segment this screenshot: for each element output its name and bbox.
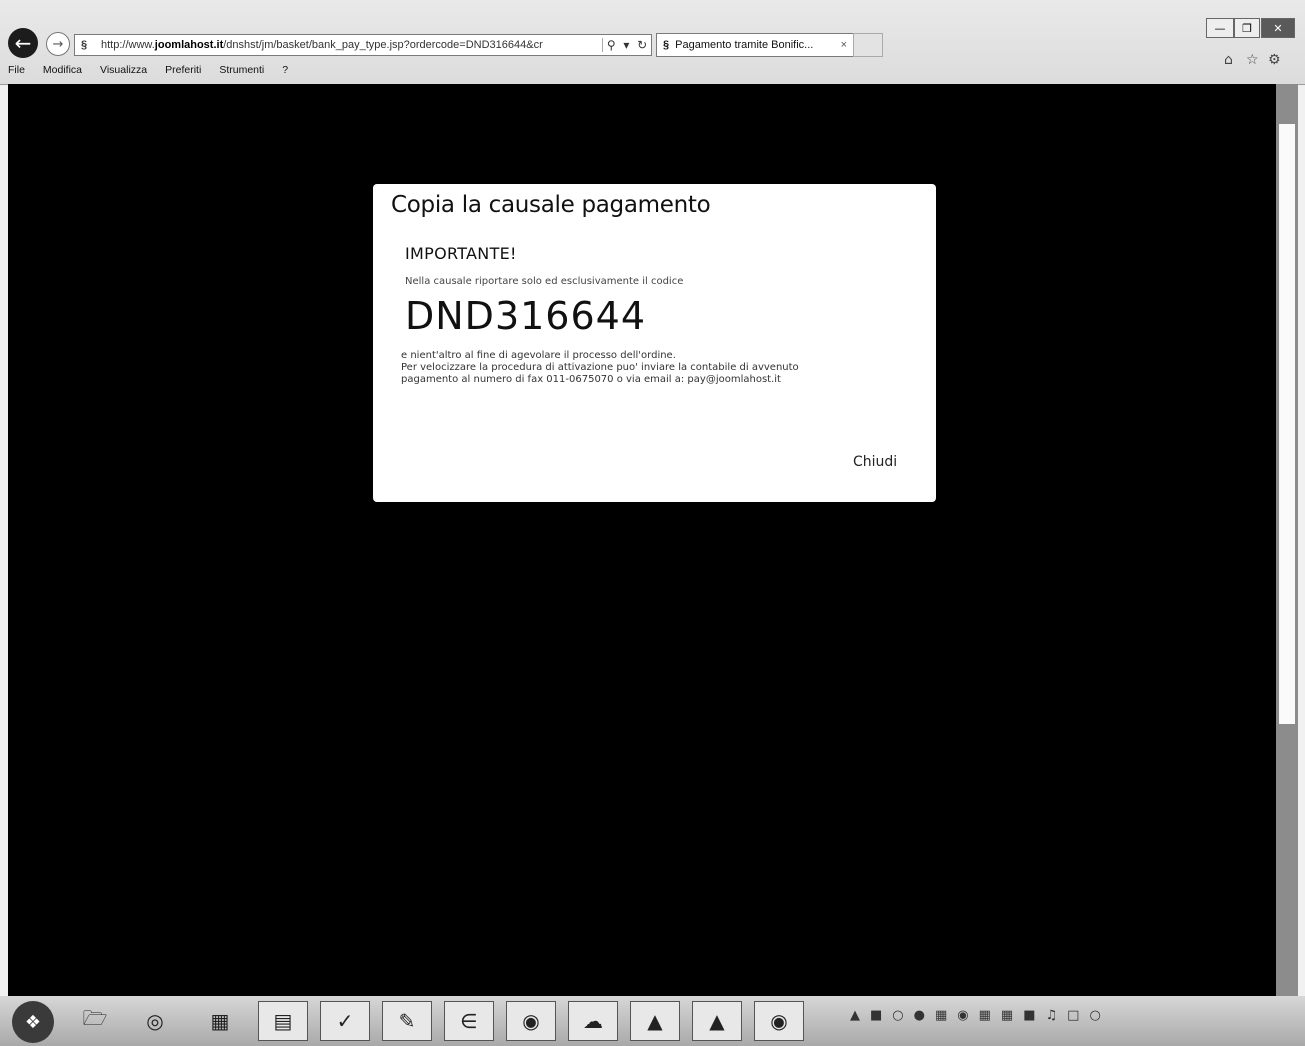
- taskbar-app-5[interactable]: ▲: [692, 1001, 742, 1041]
- search-icon[interactable]: ⚲: [607, 38, 616, 52]
- restore-icon: ❐: [1242, 21, 1252, 35]
- taskbar-firefox[interactable]: ◉: [506, 1001, 556, 1041]
- tray-icon[interactable]: ■: [870, 1008, 882, 1023]
- body-line: e nient'altro al fine di agevolare il pr…: [401, 350, 676, 361]
- close-window-button[interactable]: ✕: [1261, 18, 1295, 38]
- spreadsheet-icon: ▦: [210, 1009, 230, 1033]
- system-tray: ▲ ■ ○ ● ▦ ◉ ▦ ▦ ■ ♫ □ ○: [850, 1008, 1101, 1023]
- back-button[interactable]: ←: [8, 28, 38, 58]
- instruction-text: Nella causale riportare solo ed esclusiv…: [405, 276, 684, 287]
- tray-icon[interactable]: ●: [914, 1008, 925, 1023]
- refresh-icon[interactable]: ↻: [637, 38, 647, 52]
- ie-icon: ∈: [460, 1009, 478, 1033]
- browser-chrome: ← → § http://www.joomlahost.it/dnshst/jm…: [0, 0, 1305, 85]
- taskbar-app-6[interactable]: ◉: [754, 1001, 804, 1041]
- tray-icon[interactable]: ▦: [1001, 1008, 1013, 1023]
- windows-logo-icon: ❖: [24, 1011, 42, 1033]
- tab-close-icon[interactable]: ×: [841, 39, 847, 51]
- site-favicon-icon: §: [81, 39, 88, 51]
- important-heading: IMPORTANTE!: [405, 244, 517, 263]
- home-icon[interactable]: ⌂: [1224, 52, 1233, 68]
- tray-icon[interactable]: ▦: [979, 1008, 991, 1023]
- taskbar-ie[interactable]: ∈: [444, 1001, 494, 1041]
- payment-reason-modal: Copia la causale pagamento IMPORTANTE! N…: [373, 184, 936, 502]
- tray-icon[interactable]: ▲: [850, 1008, 860, 1023]
- scrollbar[interactable]: [1276, 84, 1298, 996]
- menu-item-modifica[interactable]: Modifica: [43, 64, 82, 80]
- check-icon: ✓: [336, 1009, 354, 1033]
- minimize-button[interactable]: —: [1206, 18, 1234, 38]
- tab-pagamento[interactable]: § Pagamento tramite Bonific... ×: [656, 33, 854, 57]
- tab-favicon-icon: §: [663, 39, 670, 51]
- scrollbar-thumb[interactable]: [1279, 124, 1295, 724]
- forward-arrow-icon: →: [52, 36, 64, 52]
- star-icon[interactable]: ☆: [1246, 52, 1259, 68]
- body-line: pagamento al numero di fax 011-0675070 o…: [401, 374, 781, 385]
- start-button[interactable]: ❖: [12, 1001, 54, 1043]
- address-controls: ⚲ ▾ ↻: [602, 38, 651, 52]
- address-bar[interactable]: § http://www.joomlahost.it/dnshst/jm/bas…: [74, 34, 652, 56]
- modal-body-text: e nient'altro al fine di agevolare il pr…: [401, 350, 901, 386]
- taskbar-app-1[interactable]: ▤: [258, 1001, 308, 1041]
- menu-item-visualizza[interactable]: Visualizza: [100, 64, 147, 80]
- tray-icon[interactable]: ■: [1023, 1008, 1035, 1023]
- menu-bar: File Modifica Visualizza Preferiti Strum…: [8, 64, 288, 80]
- close-button[interactable]: Chiudi: [847, 453, 903, 471]
- pdf-icon: ▲: [647, 1009, 663, 1033]
- menu-item-file[interactable]: File: [8, 64, 25, 80]
- image-icon: ☁: [583, 1009, 603, 1033]
- url-text[interactable]: http://www.joomlahost.it/dnshst/jm/baske…: [101, 39, 602, 51]
- taskbar-media[interactable]: ◎: [130, 1001, 180, 1041]
- back-arrow-icon: ←: [14, 31, 32, 55]
- taskbar-app-4[interactable]: ☁: [568, 1001, 618, 1041]
- firefox-icon: ◉: [522, 1009, 540, 1033]
- document-icon: ▤: [273, 1009, 293, 1033]
- taskbar: ❖ 🗁 ◎ ▦ ▤ ✓ ✎ ∈ ◉ ☁ ▲ ▲ ◉ ▲ ■ ○ ● ▦ ◉ ▦ …: [0, 996, 1305, 1046]
- forward-button[interactable]: →: [46, 32, 70, 56]
- folder-icon: 🗁: [82, 1006, 108, 1030]
- minimize-icon: —: [1214, 21, 1226, 35]
- notes-icon: ✎: [398, 1009, 416, 1033]
- gear-icon[interactable]: ⚙: [1268, 52, 1281, 68]
- dropdown-icon[interactable]: ▾: [623, 38, 629, 52]
- modal-title: Copia la causale pagamento: [391, 192, 711, 218]
- taskbar-explorer[interactable]: 🗁: [70, 1001, 120, 1041]
- tray-icon[interactable]: ◉: [957, 1008, 968, 1023]
- volume-icon[interactable]: ♫: [1046, 1008, 1058, 1023]
- tray-icon[interactable]: ○: [892, 1008, 903, 1023]
- order-code: DND316644: [405, 294, 647, 338]
- taskbar-excel[interactable]: ▦: [195, 1001, 245, 1041]
- restore-button[interactable]: ❐: [1234, 18, 1260, 38]
- tray-icon[interactable]: □: [1067, 1008, 1079, 1023]
- body-line: Per velocizzare la procedura di attivazi…: [401, 362, 799, 373]
- menu-item-strumenti[interactable]: Strumenti: [219, 64, 264, 80]
- tray-icon[interactable]: ○: [1089, 1008, 1100, 1023]
- tray-icon[interactable]: ▦: [935, 1008, 947, 1023]
- taskbar-acrobat[interactable]: ▲: [630, 1001, 680, 1041]
- menu-item-preferiti[interactable]: Preferiti: [165, 64, 201, 80]
- menu-item-help[interactable]: ?: [282, 64, 288, 80]
- media-icon: ◎: [146, 1009, 164, 1033]
- new-tab-button[interactable]: [853, 33, 883, 57]
- close-icon: ✕: [1273, 21, 1283, 35]
- tab-label: Pagamento tramite Bonific...: [675, 39, 814, 51]
- chart-icon: ▲: [709, 1009, 725, 1033]
- taskbar-app-2[interactable]: ✓: [320, 1001, 370, 1041]
- taskbar-app-3[interactable]: ✎: [382, 1001, 432, 1041]
- app-icon: ◉: [770, 1009, 788, 1033]
